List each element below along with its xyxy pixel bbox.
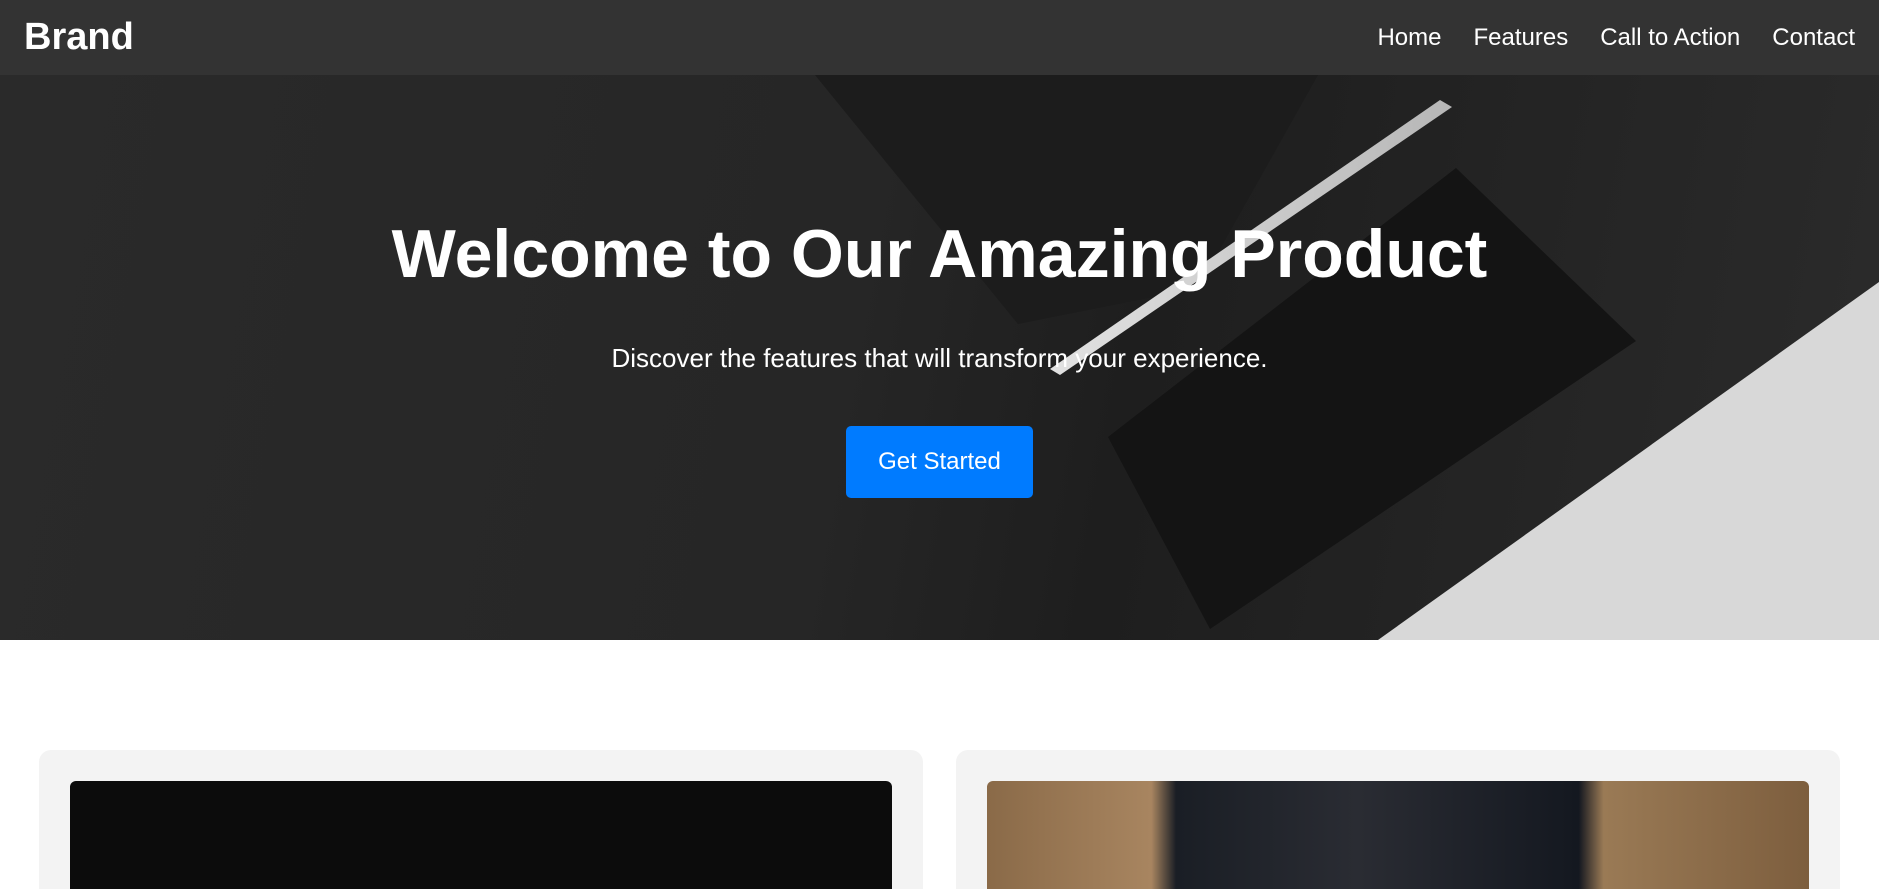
- nav-call-to-action[interactable]: Call to Action: [1600, 24, 1740, 52]
- feature-image: [987, 781, 1809, 889]
- feature-card: [956, 750, 1840, 889]
- nav-home[interactable]: Home: [1377, 24, 1441, 52]
- nav-contact[interactable]: Contact: [1772, 24, 1855, 52]
- feature-image: [70, 781, 892, 889]
- hero-subtitle: Discover the features that will transfor…: [611, 343, 1268, 374]
- nav-features[interactable]: Features: [1473, 24, 1568, 52]
- brand-logo[interactable]: Brand: [24, 16, 134, 59]
- hero-title: Welcome to Our Amazing Product: [391, 216, 1488, 292]
- nav-links: Home Features Call to Action Contact: [1377, 24, 1855, 52]
- feature-card: [39, 750, 923, 889]
- hero-section: Welcome to Our Amazing Product Discover …: [0, 75, 1879, 640]
- navbar: Brand Home Features Call to Action Conta…: [0, 0, 1879, 75]
- features-section: [0, 640, 1879, 889]
- get-started-button[interactable]: Get Started: [846, 426, 1033, 499]
